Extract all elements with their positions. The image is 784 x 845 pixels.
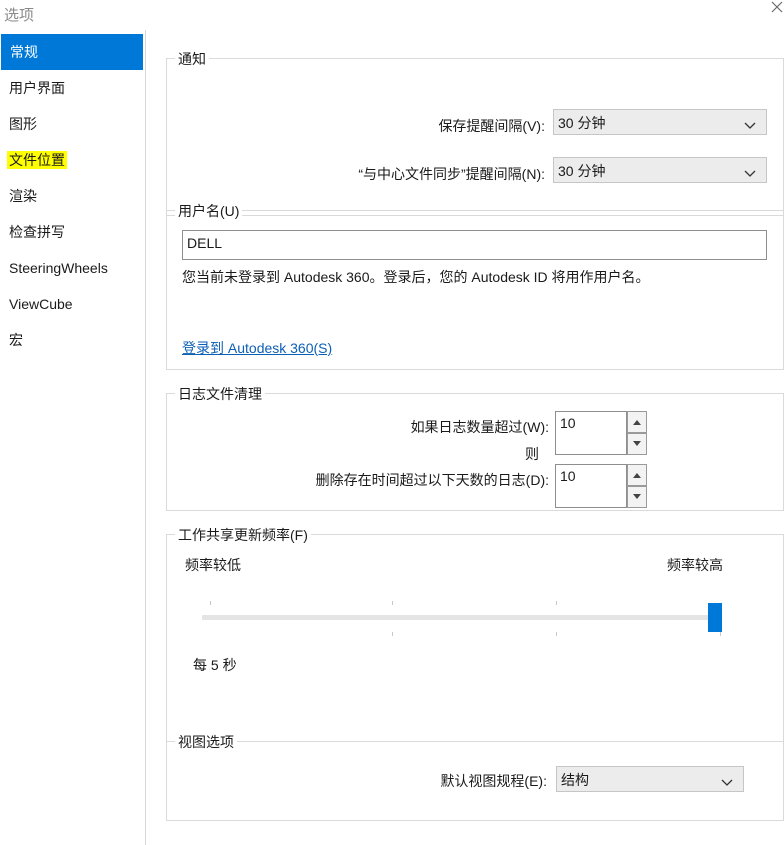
sidebar-item-graphics[interactable]: 图形 — [0, 106, 143, 142]
sidebar-item-user-interface[interactable]: 用户界面 — [0, 70, 143, 106]
sidebar-item-label: 检查拼写 — [9, 224, 65, 240]
username-input[interactable]: DELL — [182, 230, 767, 260]
sidebar: 常规 用户界面 图形 文件位置 渲染 检查拼写 SteeringWheels V… — [0, 30, 146, 845]
username-info-text: 您当前未登录到 Autodesk 360。登录后，您的 Autodesk ID … — [182, 269, 650, 285]
frequency-slider-thumb[interactable] — [708, 603, 722, 632]
journal-count-input[interactable]: 10 — [555, 411, 627, 455]
sidebar-item-general[interactable]: 常规 — [1, 34, 143, 70]
sidebar-item-viewcube[interactable]: ViewCube — [0, 286, 143, 322]
main-panel: 通知 保存提醒间隔(V): 30 分钟 “与中心文件同步”提醒间隔(N): 30… — [146, 30, 784, 845]
sidebar-item-label: 图形 — [9, 116, 37, 132]
save-reminder-label: 保存提醒间隔(V): — [438, 118, 545, 134]
worksharing-group-title: 工作共享更新频率(F) — [175, 527, 311, 543]
sidebar-item-label: 宏 — [9, 332, 23, 348]
sidebar-item-label: SteeringWheels — [9, 260, 108, 276]
login-autodesk-link[interactable]: 登录到 Autodesk 360(S) — [182, 338, 332, 358]
default-discipline-value: 结构 — [561, 772, 589, 788]
title-bar: 选项 — [0, 0, 784, 30]
chevron-down-icon — [744, 117, 756, 129]
journal-days-stepper[interactable]: 10 — [555, 464, 647, 508]
notify-group: 通知 保存提醒间隔(V): 30 分钟 “与中心文件同步”提醒间隔(N): 30… — [166, 51, 784, 216]
username-group-title: 用户名(U) — [175, 203, 243, 219]
save-reminder-select[interactable]: 30 分钟 — [553, 109, 767, 135]
journal-group-title: 日志文件清理 — [175, 386, 265, 402]
sync-reminder-label: “与中心文件同步”提醒间隔(N): — [358, 166, 545, 182]
close-icon[interactable] — [768, 0, 784, 16]
sidebar-item-label: 文件位置 — [7, 151, 67, 169]
chevron-down-icon — [744, 165, 756, 177]
sidebar-item-file-locations[interactable]: 文件位置 — [0, 142, 143, 178]
journal-days-value: 10 — [560, 468, 576, 484]
sidebar-item-steeringwheels[interactable]: SteeringWheels — [0, 250, 143, 286]
sidebar-item-macros[interactable]: 宏 — [0, 322, 143, 358]
caret-down-icon — [633, 494, 641, 499]
slider-tick — [210, 601, 211, 605]
view-group: 视图选项 默认视图规程(E): 结构 — [166, 734, 784, 821]
slider-tick — [556, 601, 557, 605]
sidebar-item-label: 渲染 — [9, 188, 37, 204]
journal-days-input[interactable]: 10 — [555, 464, 627, 508]
view-group-title: 视图选项 — [175, 734, 237, 750]
username-group: 用户名(U) DELL 您当前未登录到 Autodesk 360。登录后，您的 … — [166, 203, 784, 370]
frequency-high-label: 频率较高 — [667, 557, 723, 573]
caret-up-icon — [633, 473, 641, 478]
default-discipline-label: 默认视图规程(E): — [440, 773, 547, 789]
slider-tick — [392, 632, 393, 636]
save-reminder-value: 30 分钟 — [558, 115, 606, 131]
sync-reminder-select[interactable]: 30 分钟 — [553, 157, 767, 183]
chevron-down-icon — [721, 774, 733, 786]
worksharing-group: 工作共享更新频率(F) 频率较低 频率较高 每 5 秒 — [166, 527, 784, 742]
frequency-low-label: 频率较低 — [185, 557, 241, 573]
journal-days-label: 删除存在时间超过以下天数的日志(D): — [315, 472, 549, 488]
frequency-value-text: 每 5 秒 — [193, 657, 237, 673]
username-value: DELL — [187, 235, 223, 251]
caret-down-icon — [633, 441, 641, 446]
spin-down-button[interactable] — [627, 433, 647, 455]
sidebar-item-label: ViewCube — [9, 296, 73, 312]
spin-up-button[interactable] — [627, 411, 647, 433]
spin-down-button[interactable] — [627, 486, 647, 508]
frequency-slider-track[interactable] — [202, 615, 722, 620]
journal-count-value: 10 — [560, 415, 576, 431]
slider-tick — [720, 632, 721, 636]
caret-up-icon — [633, 420, 641, 425]
sidebar-item-spelling[interactable]: 检查拼写 — [0, 214, 143, 250]
window-title: 选项 — [4, 7, 35, 24]
journal-group: 日志文件清理 如果日志数量超过(W): 10 则 删除存在时间超过以下天数的日志… — [166, 386, 784, 511]
default-discipline-select[interactable]: 结构 — [556, 766, 744, 792]
journal-count-stepper[interactable]: 10 — [555, 411, 647, 455]
spin-up-button[interactable] — [627, 464, 647, 486]
sidebar-item-rendering[interactable]: 渲染 — [0, 178, 143, 214]
journal-then-label: 则 — [525, 446, 539, 462]
slider-tick — [556, 632, 557, 636]
sidebar-item-label: 用户界面 — [9, 80, 65, 96]
slider-tick — [392, 601, 393, 605]
notify-group-title: 通知 — [175, 51, 209, 67]
journal-count-label: 如果日志数量超过(W): — [410, 419, 549, 435]
sync-reminder-value: 30 分钟 — [558, 163, 606, 179]
sidebar-item-label: 常规 — [10, 44, 38, 60]
